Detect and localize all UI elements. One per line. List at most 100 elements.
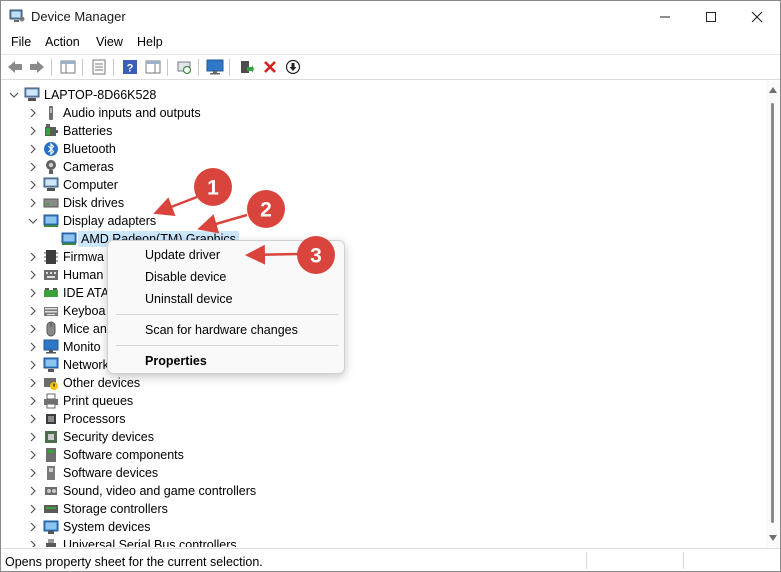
tree-category-6[interactable]: Disk drives xyxy=(27,194,124,212)
scroll-up-icon[interactable] xyxy=(769,87,777,93)
chevron-right-icon[interactable] xyxy=(27,266,39,284)
camera-icon xyxy=(43,159,59,175)
tree-category-human[interactable]: Human xyxy=(27,266,103,284)
ctx-properties[interactable]: Properties xyxy=(145,354,207,368)
chevron-right-icon[interactable] xyxy=(27,500,39,518)
chevron-right-icon[interactable] xyxy=(27,104,39,122)
disk-drive-icon xyxy=(43,195,59,211)
warning-device-icon xyxy=(43,375,59,391)
tree-category-16[interactable]: Print queues xyxy=(27,392,133,410)
menu-view[interactable]: View xyxy=(96,35,123,49)
uninstall-device-button[interactable] xyxy=(261,58,279,76)
printer-icon xyxy=(43,393,59,409)
bluetooth-icon xyxy=(43,141,59,157)
tree-category-1[interactable]: Audio inputs and outputs xyxy=(27,104,201,122)
tree-category-monitors[interactable]: Monito xyxy=(27,338,101,356)
tree-item-label: Mice an xyxy=(63,322,107,336)
chevron-right-icon[interactable] xyxy=(27,194,39,212)
chevron-right-icon[interactable] xyxy=(27,320,39,338)
disable-device-button[interactable] xyxy=(284,58,302,76)
chevron-right-icon[interactable] xyxy=(27,482,39,500)
tree-category-21[interactable]: Sound, video and game controllers xyxy=(27,482,256,500)
tree-category-ide[interactable]: IDE ATA xyxy=(27,284,109,302)
tree-item-label: Human xyxy=(63,268,104,282)
scroll-down-icon[interactable] xyxy=(769,535,777,541)
menu-action[interactable]: Action xyxy=(45,35,80,49)
chevron-right-icon[interactable] xyxy=(27,284,39,302)
close-icon xyxy=(751,11,763,23)
tree-category-17[interactable]: Processors xyxy=(27,410,126,428)
tree-category-3[interactable]: Bluetooth xyxy=(27,140,116,158)
tree-item-label: Bluetooth xyxy=(63,142,116,156)
chevron-right-icon[interactable] xyxy=(27,122,39,140)
hid-icon xyxy=(43,267,59,283)
ctx-uninstall-device[interactable]: Uninstall device xyxy=(145,292,233,306)
chevron-right-icon[interactable] xyxy=(27,392,39,410)
action-pane-button[interactable] xyxy=(144,58,162,76)
chevron-right-icon[interactable] xyxy=(27,302,39,320)
chevron-right-icon[interactable] xyxy=(27,140,39,158)
ctx-scan-hardware[interactable]: Scan for hardware changes xyxy=(145,323,298,337)
back-button[interactable] xyxy=(6,58,24,76)
chevron-right-icon[interactable] xyxy=(27,518,39,536)
tree-category-23[interactable]: System devices xyxy=(27,518,151,536)
tree-item-label: Software devices xyxy=(63,466,159,480)
properties-button[interactable] xyxy=(90,58,108,76)
chevron-down-icon[interactable] xyxy=(27,212,39,230)
maximize-button[interactable] xyxy=(688,1,734,33)
chevron-right-icon[interactable] xyxy=(27,374,39,392)
monitor-button[interactable] xyxy=(206,58,224,76)
show-hide-tree-button[interactable] xyxy=(59,58,77,76)
chevron-right-icon[interactable] xyxy=(27,356,39,374)
tree-root-computer[interactable]: LAPTOP-8D66K528 xyxy=(8,86,156,104)
chevron-right-icon[interactable] xyxy=(27,446,39,464)
chevron-right-icon[interactable] xyxy=(27,410,39,428)
tree-category-network[interactable]: Network xyxy=(27,356,109,374)
chevron-right-icon[interactable] xyxy=(27,248,39,266)
forward-button[interactable] xyxy=(28,58,46,76)
tree-category-7[interactable]: Display adapters xyxy=(27,212,156,230)
tree-category-20[interactable]: Software devices xyxy=(27,464,158,482)
toolbar: ? xyxy=(1,54,780,80)
scan-hardware-button[interactable] xyxy=(175,58,193,76)
minimize-button[interactable] xyxy=(642,1,688,33)
help-button[interactable]: ? xyxy=(121,58,139,76)
chevron-right-icon[interactable] xyxy=(27,158,39,176)
tree-category-18[interactable]: Security devices xyxy=(27,428,154,446)
scroll-thumb[interactable] xyxy=(771,103,774,523)
chevron-right-icon[interactable] xyxy=(27,464,39,482)
menu-help[interactable]: Help xyxy=(137,35,163,49)
tree-category-mice[interactable]: Mice an xyxy=(27,320,107,338)
tree-category-firmware[interactable]: Firmwa xyxy=(27,248,104,266)
vertical-scrollbar[interactable] xyxy=(766,81,780,547)
tree-item-label: Storage controllers xyxy=(63,502,168,516)
tree-category-4[interactable]: Cameras xyxy=(27,158,114,176)
tree-category-2[interactable]: Batteries xyxy=(27,122,112,140)
software-device-icon xyxy=(43,465,59,481)
tree-category-22[interactable]: Storage controllers xyxy=(27,500,168,518)
tree-item-label: Keyboa xyxy=(63,304,106,318)
tree-category-24[interactable]: Universal Serial Bus controllers xyxy=(27,536,237,547)
menu-file[interactable]: File xyxy=(11,35,31,49)
chevron-right-icon[interactable] xyxy=(27,428,39,446)
ctx-disable-device[interactable]: Disable device xyxy=(145,270,226,284)
tree-category-19[interactable]: Software components xyxy=(27,446,184,464)
processor-icon xyxy=(43,411,59,427)
tree-category-15[interactable]: Other devices xyxy=(27,374,140,392)
device-manager-app-icon xyxy=(9,9,25,22)
chevron-right-icon[interactable] xyxy=(27,176,39,194)
chevron-down-icon[interactable] xyxy=(8,86,20,104)
close-button[interactable] xyxy=(734,1,780,33)
disable-device-icon xyxy=(285,59,301,75)
chevron-right-icon[interactable] xyxy=(27,338,39,356)
update-driver-button[interactable] xyxy=(237,58,255,76)
minimize-icon xyxy=(660,16,670,18)
tree-category-5[interactable]: Computer xyxy=(27,176,118,194)
storage-controller-icon xyxy=(43,501,59,517)
chevron-right-icon[interactable] xyxy=(27,536,39,547)
ctx-update-driver[interactable]: Update driver xyxy=(145,248,220,262)
svg-text:?: ? xyxy=(127,63,134,75)
tree-category-keyboards[interactable]: Keyboa xyxy=(27,302,105,320)
battery-icon xyxy=(43,123,59,139)
